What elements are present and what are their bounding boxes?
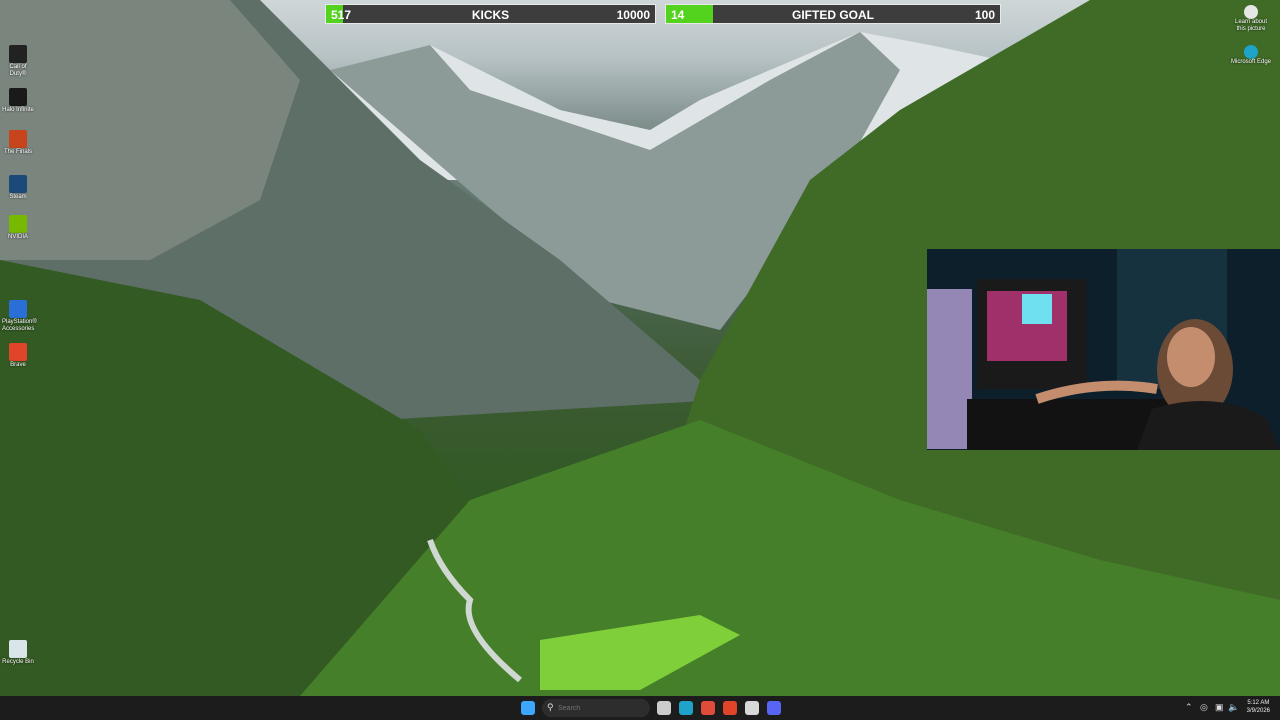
desktop-icon[interactable]: NVIDIA (2, 215, 34, 241)
kicks-goal-bar: KICKS 517 10000 (325, 4, 656, 24)
clock-date: 3/9/2026 (1246, 708, 1270, 714)
desktop-icon[interactable]: Call of Duty® (2, 45, 34, 78)
start-icon[interactable] (521, 701, 535, 715)
desktop-icon[interactable]: Learn about this picture (1230, 5, 1272, 33)
desktop-icon-label: Halo Infinite (2, 107, 34, 113)
desktop-icon[interactable]: The Finals (2, 130, 34, 156)
search-icon: ⚲ (547, 702, 554, 712)
the-finals-icon (9, 130, 27, 148)
learn-about-picture-icon (1244, 5, 1258, 19)
chevron-up-icon[interactable]: ⌃ (1185, 702, 1193, 713)
task-view-icon[interactable] (657, 701, 671, 715)
webcam-feed (927, 249, 1280, 450)
kicks-goal-label: KICKS (471, 8, 510, 22)
clock[interactable]: 5:12 AM 3/9/2026 (1247, 699, 1270, 715)
desktop-icon[interactable]: Microsoft Edge (1230, 45, 1272, 66)
kicks-goal-target: 10000 (616, 8, 650, 22)
edge-icon[interactable] (679, 701, 693, 715)
halo-icon (9, 88, 27, 106)
volume-icon[interactable]: 🔈 (1228, 702, 1239, 713)
obs-icon[interactable] (745, 701, 759, 715)
desktop-icon[interactable]: Steam (2, 175, 34, 201)
edge-icon (1244, 45, 1258, 59)
nvidia-icon (9, 215, 27, 233)
microphone-icon[interactable]: ◎ (1200, 702, 1208, 713)
desktop-icon-label: PlayStation® Accessories (2, 319, 37, 332)
desktop-icon[interactable]: Halo Infinite (2, 88, 34, 114)
desktop-icon-label: Steam (9, 194, 27, 200)
desktop-wallpaper: KICKS 517 10000 GIFTED GOAL 14 100 Call … (0, 0, 1280, 696)
brave-icon (9, 343, 27, 361)
kicks-goal-current: 517 (331, 8, 352, 22)
recycle-bin-icon (9, 640, 27, 658)
search-input[interactable] (542, 699, 650, 717)
call-of-duty-icon (9, 45, 27, 63)
desktop-icon[interactable]: Recycle Bin (2, 640, 34, 666)
clock-time: 5:12 AM (1247, 700, 1270, 706)
taskbar: ⚲ ⌃ ◎ ▣ 🔈 5:12 AM 3/9/2026 (0, 696, 1280, 720)
desktop-icon-label: The Finals (3, 149, 32, 155)
brave-icon[interactable] (723, 701, 737, 715)
desktop-icon[interactable]: Brave (2, 343, 34, 369)
desktop-icon[interactable]: PlayStation® Accessories (2, 300, 37, 333)
gifted-goal-current: 14 (671, 8, 685, 22)
desktop-icon-label: Microsoft Edge (1230, 59, 1272, 65)
desktop-icon-label: Learn about this picture (1234, 19, 1268, 32)
chrome-icon[interactable] (701, 701, 715, 715)
desktop-icon-label: Recycle Bin (2, 659, 34, 665)
desktop-icon-label: Brave (10, 362, 26, 368)
webcam-overlay (927, 249, 1280, 450)
steam-icon (9, 175, 27, 193)
playstation-icon (9, 300, 27, 318)
gifted-goal-target: 100 (974, 8, 995, 22)
gifted-goal-label: GIFTED GOAL (792, 8, 874, 22)
network-icon[interactable]: ▣ (1215, 702, 1224, 713)
desktop-icon-label: Call of Duty® (9, 64, 27, 77)
gifted-goal-bar: GIFTED GOAL 14 100 (665, 4, 1001, 24)
discord-icon[interactable] (767, 701, 781, 715)
desktop-icon-label: NVIDIA (7, 234, 28, 240)
